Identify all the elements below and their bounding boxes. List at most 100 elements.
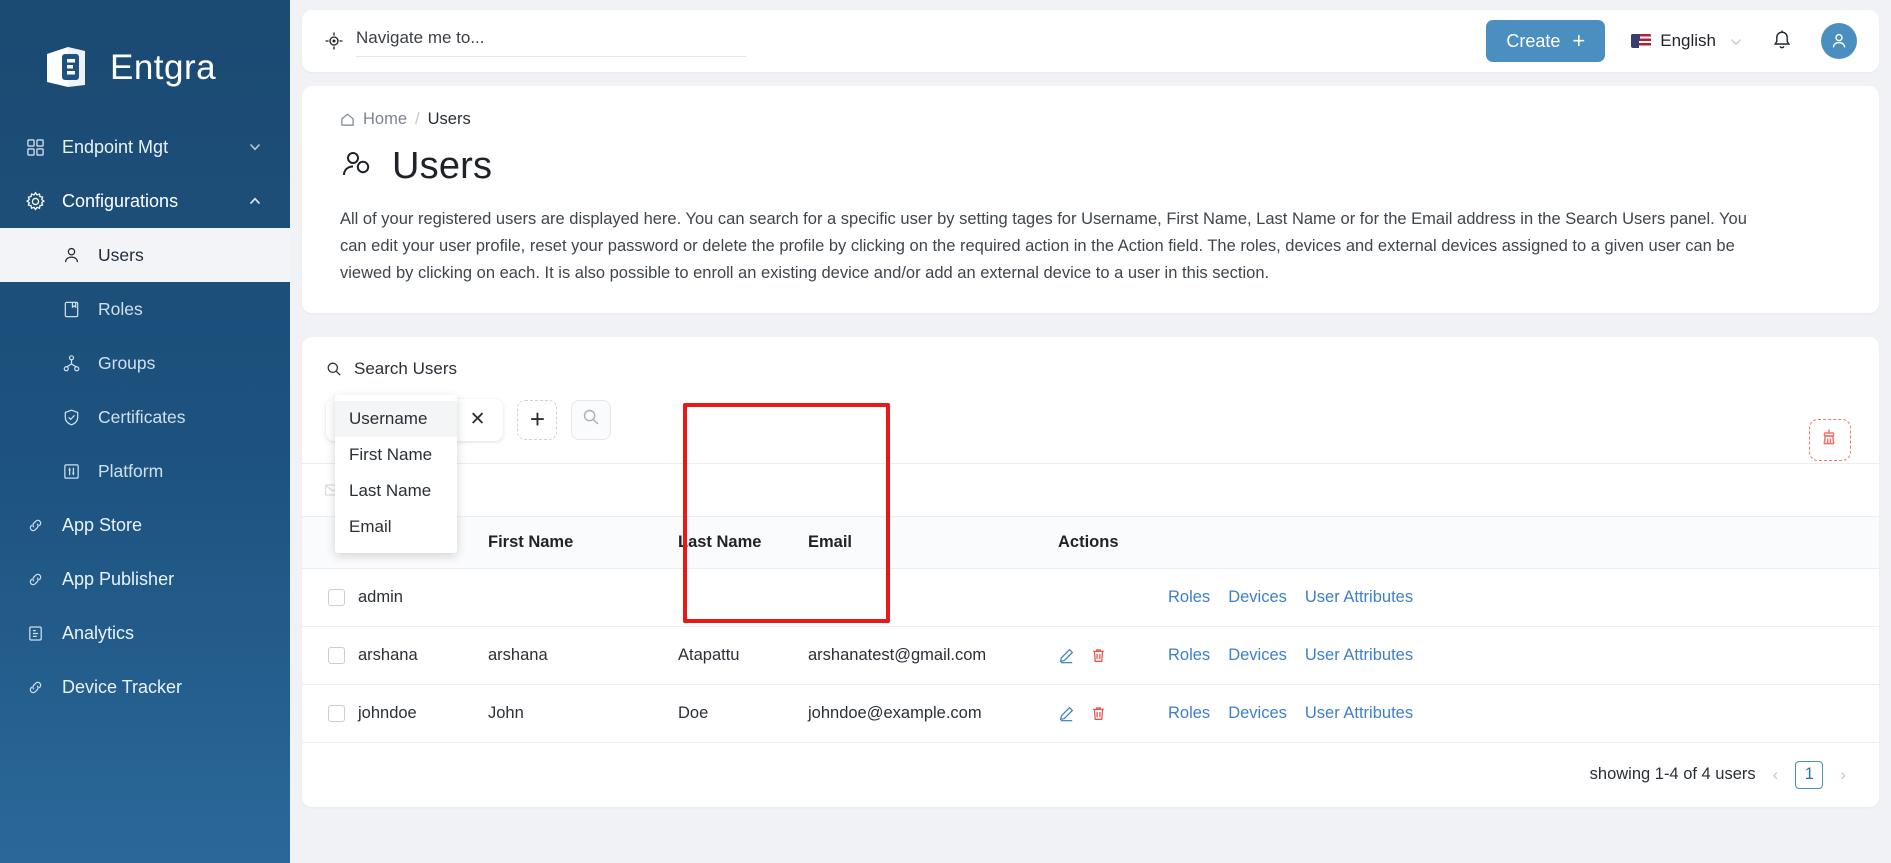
users-table: First Name Last Name Email Actions admin xyxy=(302,515,1879,742)
search-icon xyxy=(326,361,342,377)
link-devices[interactable]: Devices xyxy=(1228,646,1287,665)
link-devices[interactable]: Devices xyxy=(1228,704,1287,723)
users-content-card: Search Users Select filter ✕ + xyxy=(302,336,1879,807)
bell-icon[interactable] xyxy=(1769,28,1795,54)
plus-icon: + xyxy=(1572,28,1586,53)
cell-username: johndoe xyxy=(358,703,417,722)
filter-options-dropdown[interactable]: Username First Name Last Name Email xyxy=(335,394,457,553)
add-filter-button[interactable]: + xyxy=(517,399,558,440)
sidebar-item-certificates[interactable]: Certificates xyxy=(0,390,290,444)
chevron-up-icon xyxy=(248,194,262,208)
column-first-name[interactable]: First Name xyxy=(488,515,678,569)
link-user-attributes[interactable]: User Attributes xyxy=(1305,646,1413,665)
entgra-logo-icon xyxy=(40,40,96,96)
cell-last-name xyxy=(678,568,808,627)
pagination-next[interactable]: › xyxy=(1837,765,1849,785)
page-description: All of your registered users are display… xyxy=(340,210,1747,282)
sidebar-item-label: Configurations xyxy=(62,190,179,211)
cell-last-name: Doe xyxy=(678,703,709,722)
breadcrumb-separator: / xyxy=(415,110,420,128)
pagination-page-1[interactable]: 1 xyxy=(1795,760,1824,789)
link-user-attributes[interactable]: User Attributes xyxy=(1305,588,1413,607)
breadcrumb-home[interactable]: Home xyxy=(363,110,407,129)
close-x-icon[interactable]: ✕ xyxy=(468,410,488,429)
sidebar-item-roles[interactable]: Roles xyxy=(0,282,290,336)
table-row[interactable]: johndoe John Doe johndoe@example.com Rol… xyxy=(302,684,1879,742)
link-roles[interactable]: Roles xyxy=(1168,646,1210,665)
table-row[interactable]: admin Roles Devices User Attributes xyxy=(302,568,1879,627)
sidebar-item-device-tracker[interactable]: Device Tracker xyxy=(0,660,290,714)
filter-option-first-name[interactable]: First Name xyxy=(335,437,457,473)
link-roles[interactable]: Roles xyxy=(1168,588,1210,607)
row-checkbox[interactable] xyxy=(328,588,345,606)
topbar-right: Create + English xyxy=(1486,20,1857,62)
column-actions[interactable]: Actions xyxy=(1058,515,1168,569)
cell-email: johndoe@example.com xyxy=(808,703,982,722)
table-header-row: First Name Last Name Email Actions xyxy=(302,515,1879,569)
sidebar-item-platform[interactable]: Platform xyxy=(0,444,290,498)
row-checkbox-cell xyxy=(302,568,358,627)
search-submit-button[interactable] xyxy=(571,399,612,440)
cell-actions xyxy=(1058,568,1168,627)
trash-icon[interactable] xyxy=(1090,647,1107,664)
main-content: Create + English xyxy=(290,0,1891,863)
cell-first-name: arshana xyxy=(488,626,678,685)
filter-option-email[interactable]: Email xyxy=(335,509,457,545)
create-button-label: Create xyxy=(1506,30,1561,51)
trash-icon[interactable] xyxy=(1090,705,1107,722)
pencil-icon[interactable] xyxy=(1058,705,1075,722)
sidebar-item-endpoint-mgt[interactable]: Endpoint Mgt xyxy=(0,120,290,174)
sidebar-item-groups[interactable]: Groups xyxy=(0,336,290,390)
link-user-attributes[interactable]: User Attributes xyxy=(1305,704,1413,723)
clear-all-filters-button[interactable] xyxy=(1809,418,1851,461)
cell-first-name: John xyxy=(488,703,524,722)
navigate-search-input[interactable] xyxy=(356,25,746,57)
cell-last-name: Atapattu xyxy=(678,626,808,685)
cell-email: arshanatest@gmail.com xyxy=(808,626,1058,685)
sidebar-item-label: Users xyxy=(98,244,144,265)
showing-count: showing 1-4 of 4 users xyxy=(1589,765,1756,784)
sidebar-item-analytics[interactable]: Analytics xyxy=(0,606,290,660)
filter-option-username[interactable]: Username xyxy=(335,400,457,437)
cell-links: Roles Devices User Attributes xyxy=(1168,568,1879,627)
language-label: English xyxy=(1660,31,1716,50)
pagination-prev[interactable]: ‹ xyxy=(1770,765,1782,785)
cell-actions xyxy=(1058,684,1168,742)
sidebar-item-configurations[interactable]: Configurations xyxy=(0,174,290,228)
column-last-name[interactable]: Last Name xyxy=(678,515,808,569)
cell-links: Roles Devices User Attributes xyxy=(1168,626,1879,685)
users-icon xyxy=(340,146,376,187)
brand[interactable]: Entgra xyxy=(0,0,290,110)
users-table-body: admin Roles Devices User Attributes arsh… xyxy=(302,568,1879,742)
crosshair-icon xyxy=(324,31,344,51)
cell-username: admin xyxy=(358,568,488,627)
sidebar-item-users[interactable]: Users xyxy=(0,228,290,282)
row-checkbox[interactable] xyxy=(328,646,345,664)
link-devices[interactable]: Devices xyxy=(1228,588,1287,607)
sidebar-item-label: Groups xyxy=(98,352,156,373)
avatar[interactable] xyxy=(1821,23,1857,59)
sidebar: Entgra Endpoint Mgt Configurations Users… xyxy=(0,0,290,863)
clipboard-icon xyxy=(24,622,46,644)
chevron-down-icon xyxy=(248,140,262,154)
sidebar-item-app-publisher[interactable]: App Publisher xyxy=(0,552,290,606)
pencil-icon[interactable] xyxy=(1058,647,1075,664)
filter-option-last-name[interactable]: Last Name xyxy=(335,473,457,509)
book-icon xyxy=(60,298,82,320)
sidebar-item-label: App Publisher xyxy=(62,568,175,589)
table-row[interactable]: arshana arshana Atapattu arshanatest@gma… xyxy=(302,626,1879,685)
search-users-label: Search Users xyxy=(354,358,457,378)
row-checkbox[interactable] xyxy=(328,704,345,722)
cell-first-name xyxy=(488,568,678,627)
link-roles[interactable]: Roles xyxy=(1168,704,1210,723)
cell-links: Roles Devices User Attributes xyxy=(1168,684,1879,742)
sidebar-item-app-store[interactable]: App Store xyxy=(0,498,290,552)
navigate-search xyxy=(324,25,746,57)
cell-actions xyxy=(1058,626,1168,685)
language-selector[interactable]: English xyxy=(1631,31,1743,51)
chevron-down-icon xyxy=(1729,34,1743,48)
plus-icon: + xyxy=(529,404,546,435)
column-email[interactable]: Email xyxy=(808,515,1058,569)
group-icon xyxy=(60,352,82,374)
create-button[interactable]: Create + xyxy=(1486,20,1606,62)
